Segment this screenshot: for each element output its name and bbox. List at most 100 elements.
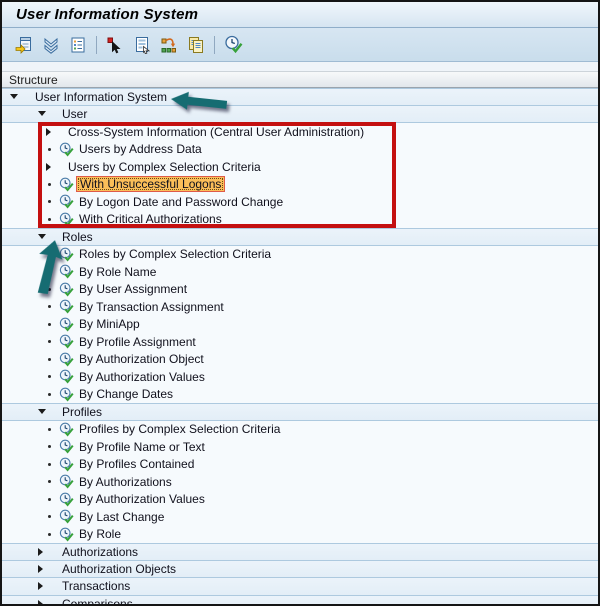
tree-row[interactable]: Authorization Objects [2,561,598,579]
tree-label[interactable]: Comparisons [62,597,133,604]
tree-label[interactable]: Cross-System Information (Central User A… [68,125,364,139]
tree-label[interactable]: Users by Complex Selection Criteria [68,160,261,174]
tree-label[interactable]: User [62,107,87,121]
tree-label[interactable]: Authorization Objects [62,562,176,576]
tree-label[interactable]: By Role Name [79,265,156,279]
tree-label[interactable]: Roles [62,230,93,244]
tree-row[interactable]: By MiniApp [2,316,598,334]
execute-clock-icon [224,35,243,54]
tree-row[interactable]: By Logon Date and Password Change [2,193,598,211]
tree-label[interactable]: Profiles by Complex Selection Criteria [79,422,280,436]
tree-row[interactable]: By Profile Assignment [2,333,598,351]
tree-row[interactable]: Users by Complex Selection Criteria [2,158,598,176]
tree-row[interactable]: By Role Name [2,263,598,281]
expand-collapse-icon[interactable] [38,548,62,556]
tree-label[interactable]: Transactions [62,579,130,593]
tree-row[interactable]: Profiles [2,403,598,421]
sort-filter-button[interactable] [39,33,63,57]
expand-collapse-icon[interactable] [38,582,62,590]
execute-clock-icon [59,299,74,314]
tree-row[interactable]: By Role [2,526,598,544]
expand-collapse-icon[interactable] [46,163,68,171]
tree-row[interactable]: Authorizations [2,543,598,561]
expand-collapse-icon[interactable] [38,600,62,604]
tree-label[interactable]: Authorizations [62,545,138,559]
detail-list-button[interactable] [66,33,90,57]
tree-row[interactable]: Roles [2,228,598,246]
dot-icon [48,533,51,536]
tree-row[interactable]: By Transaction Assignment [2,298,598,316]
dot-icon [48,288,51,291]
tree-label[interactable]: By Profile Assignment [79,335,196,349]
tree-label[interactable]: By MiniApp [79,317,140,331]
execute-clock-icon [59,194,74,209]
tree-row[interactable]: User [2,106,598,124]
tree-label[interactable]: By Profile Name or Text [79,440,205,454]
select-cursor-icon [106,36,124,54]
tree-label-selected[interactable]: With Unsuccessful Logons [76,176,225,192]
tree-label[interactable]: Roles by Complex Selection Criteria [79,247,271,261]
tree-row[interactable]: User Information System [2,88,598,106]
tree-row[interactable]: Transactions [2,578,598,596]
tree-label[interactable]: User Information System [35,90,167,104]
execute-clock-icon [59,474,74,489]
dot-icon [48,498,51,501]
tree-row[interactable]: By Authorizations [2,473,598,491]
tree-row[interactable]: Users by Address Data [2,141,598,159]
leaf-bullet [46,533,59,536]
tree-row[interactable]: By Authorization Object [2,351,598,369]
tree-label[interactable]: By Authorization Object [79,352,204,366]
tree-label[interactable]: By Change Dates [79,387,173,401]
tree-label[interactable]: By Role [79,527,121,541]
tree-row[interactable]: By Change Dates [2,386,598,404]
tree-row[interactable]: Comparisons [2,596,598,605]
tree: User Information System User Cross-System … [2,88,598,604]
choose-document-button[interactable] [12,33,36,57]
tree-row[interactable]: By Authorization Values [2,491,598,509]
tree-row[interactable]: By User Assignment [2,281,598,299]
expand-collapse-icon[interactable] [10,94,35,99]
execute-clock-icon [59,509,74,524]
display-document-button[interactable] [130,33,154,57]
tree-row[interactable]: By Profile Name or Text [2,438,598,456]
tree-label[interactable]: By Profiles Contained [79,457,194,471]
tree-row[interactable]: By Profiles Contained [2,456,598,474]
leaf-bullet [46,253,59,256]
tree-row[interactable]: Profiles by Complex Selection Criteria [2,421,598,439]
execute-clock-icon [59,527,74,542]
dot-icon [48,148,51,151]
tree-column-header: Structure [2,71,598,88]
dot-icon [48,428,51,431]
structure-move-button[interactable] [157,33,181,57]
tree-row[interactable]: By Authorization Values [2,368,598,386]
leaf-bullet [46,515,59,518]
execute-clock-icon [59,142,74,157]
tree-row[interactable]: With Critical Authorizations [2,211,598,229]
copy-button[interactable] [184,33,208,57]
tree-label[interactable]: Users by Address Data [79,142,202,156]
tree-label[interactable]: By Last Change [79,510,164,524]
expand-collapse-icon[interactable] [38,111,62,116]
tree-label[interactable]: By User Assignment [79,282,187,296]
expand-collapse-icon[interactable] [38,409,62,414]
select-button[interactable] [103,33,127,57]
expand-collapse-icon[interactable] [46,128,68,136]
tree-label[interactable]: With Critical Authorizations [79,212,222,226]
expand-collapse-icon[interactable] [38,565,62,573]
dot-icon [48,340,51,343]
tree-row[interactable]: By Last Change [2,508,598,526]
tree-row[interactable]: With Unsuccessful Logons [2,176,598,194]
tree-label[interactable]: Profiles [62,405,102,419]
expand-collapse-icon[interactable] [38,234,62,239]
tree-label[interactable]: By Authorizations [79,475,172,489]
leaf-bullet [46,218,59,221]
tree-label[interactable]: By Logon Date and Password Change [79,195,283,209]
tree-row[interactable]: Cross-System Information (Central User A… [2,123,598,141]
tree-label[interactable]: By Transaction Assignment [79,300,224,314]
tree-row[interactable]: Roles by Complex Selection Criteria [2,246,598,264]
leaf-bullet [46,323,59,326]
tree-label[interactable]: By Authorization Values [79,370,205,384]
tree-label[interactable]: By Authorization Values [79,492,205,506]
leaf-bullet [46,358,59,361]
execute-button[interactable] [221,33,245,57]
